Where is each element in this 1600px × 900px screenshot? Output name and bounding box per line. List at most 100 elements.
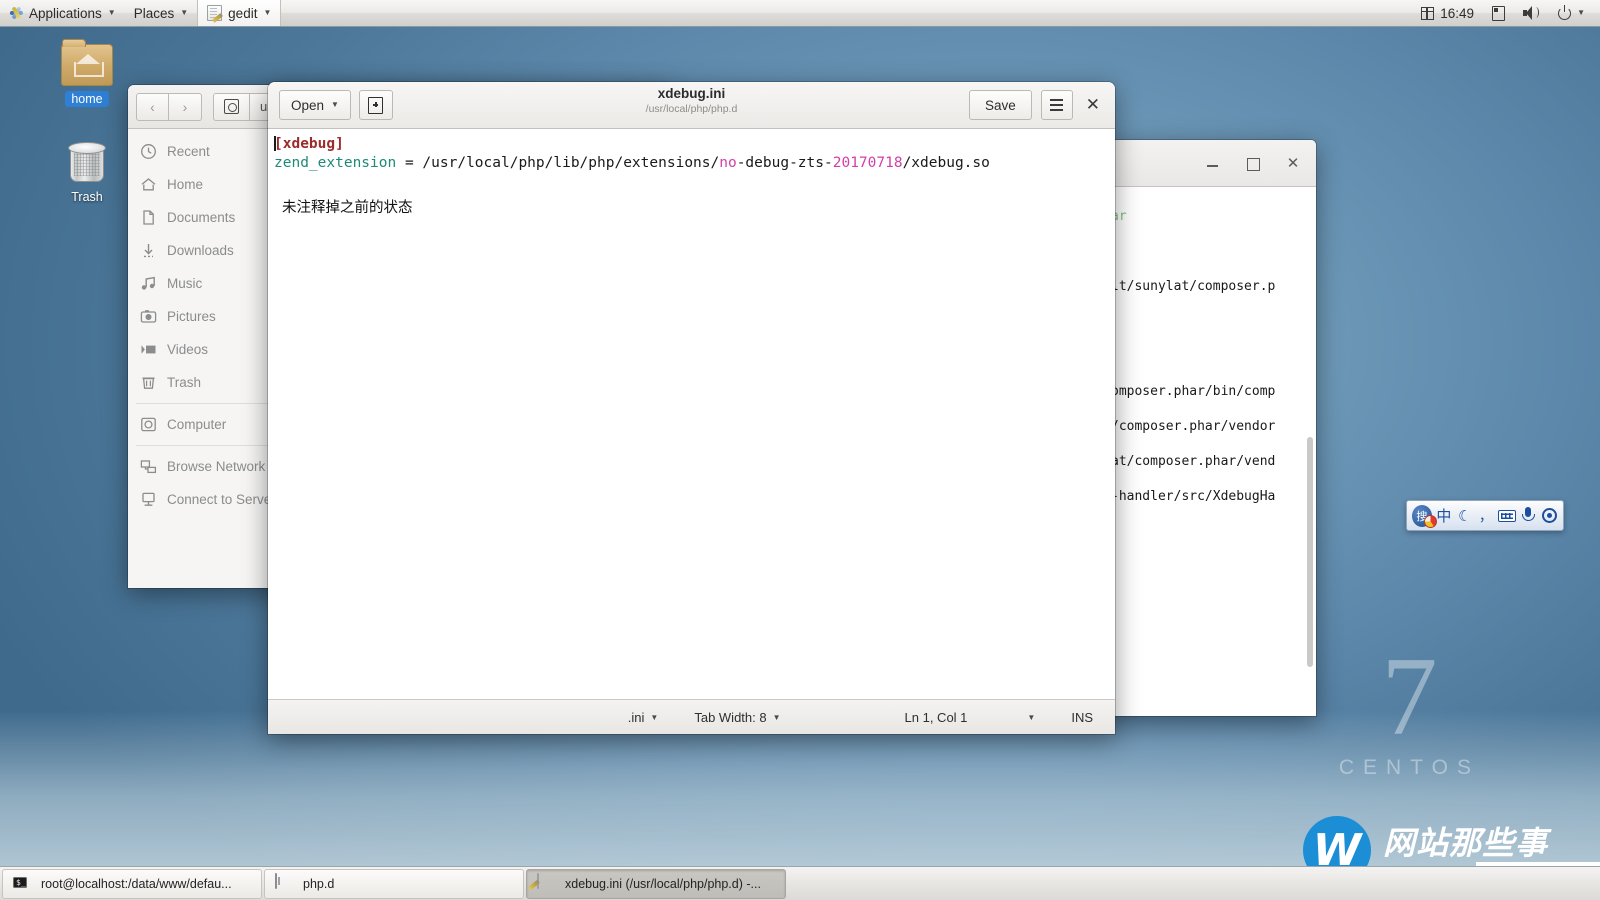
tab-width-selector[interactable]: Tab Width: 8 ▼ [694, 710, 780, 725]
chevron-down-icon: ▼ [1577, 9, 1585, 17]
sidebar-divider [136, 403, 269, 404]
sidebar-item-computer[interactable]: Computer [128, 408, 277, 441]
sidebar-item-label: Music [167, 276, 202, 291]
system-menu-button[interactable]: ▼ [1550, 0, 1593, 26]
back-button[interactable]: ‹ [136, 93, 169, 121]
sidebar-item-browse-network[interactable]: Browse Network [128, 450, 277, 483]
server-icon [140, 491, 157, 508]
menu-button[interactable] [1041, 90, 1073, 120]
centos-wordmark: CENTOS [1339, 756, 1480, 780]
language-label: .ini [628, 710, 645, 725]
open-button[interactable]: Open ▼ [279, 90, 351, 120]
sidebar-item-documents[interactable]: Documents [128, 201, 277, 234]
ime-keyboard-button[interactable] [1498, 505, 1516, 527]
home-folder-icon [61, 44, 113, 86]
taskbar-item-gedit[interactable]: xdebug.ini (/usr/local/php/php.d) -... [526, 869, 786, 899]
volume-button[interactable] [1515, 0, 1548, 26]
file-manager-icon [275, 874, 294, 893]
language-selector[interactable]: .ini ▼ [628, 710, 659, 725]
sidebar-item-trash[interactable]: Trash [128, 366, 277, 399]
statusbar-dropdown[interactable]: ▼ [1027, 713, 1035, 722]
sidebar-item-label: Documents [167, 210, 235, 225]
applications-menu[interactable]: Applications ▼ [0, 0, 125, 26]
applications-menu-label: Applications [29, 6, 102, 21]
ime-mode-button[interactable]: 中 [1435, 505, 1453, 527]
gedit-header-actions: Save ✕ [969, 90, 1104, 120]
calendar-icon [1421, 7, 1434, 20]
sidebar-item-recent[interactable]: Recent [128, 135, 277, 168]
places-menu-label: Places [134, 6, 175, 21]
sidebar-item-label: Browse Network [167, 459, 265, 474]
bg-line [1104, 234, 1316, 269]
file-manager-sidebar: Recent Home Documents Downloads Music [128, 129, 278, 588]
forward-button[interactable]: › [169, 93, 202, 121]
music-icon [140, 275, 157, 292]
sidebar-divider [136, 445, 269, 446]
ime-settings-button[interactable] [1540, 505, 1558, 527]
display-button[interactable] [1484, 0, 1513, 26]
background-window[interactable]: ✕ ar lt/sunylat/composer.p omposer.phar/… [1104, 140, 1316, 716]
applications-star-icon [9, 6, 23, 20]
ime-punctuation-button[interactable]: ， [1477, 505, 1495, 527]
places-menu[interactable]: Places ▼ [125, 0, 197, 26]
desktop-icon-trash[interactable]: Trash [46, 140, 128, 205]
vertical-scrollbar[interactable] [1307, 437, 1313, 667]
power-icon [1558, 7, 1571, 20]
gedit-icon [207, 5, 222, 21]
gedit-text-area[interactable]: [xdebug] zend_extension = /usr/local/php… [268, 129, 1115, 699]
background-window-content: ar lt/sunylat/composer.p omposer.phar/bi… [1104, 187, 1316, 716]
sidebar-item-home[interactable]: Home [128, 168, 277, 201]
microphone-icon [1521, 507, 1534, 524]
close-button[interactable]: ✕ [1284, 154, 1302, 172]
chevron-down-icon: ▼ [331, 101, 339, 109]
sidebar-item-downloads[interactable]: Downloads [128, 234, 277, 267]
desktop-icon-home[interactable]: home [46, 44, 128, 107]
gedit-statusbar: .ini ▼ Tab Width: 8 ▼ Ln 1, Col 1 ▼ INS [268, 699, 1115, 734]
keyboard-icon [1498, 510, 1516, 522]
ime-voice-button[interactable] [1519, 505, 1537, 527]
close-icon[interactable]: ✕ [1082, 95, 1104, 115]
minimize-button[interactable] [1204, 154, 1222, 172]
home-icon [140, 176, 157, 193]
sidebar-item-label: Computer [167, 417, 226, 432]
bg-line [1104, 304, 1316, 339]
code-line-4 [272, 191, 1115, 199]
navigation-buttons: ‹ › [136, 93, 202, 121]
gedit-window[interactable]: Open ▼ xdebug.ini /usr/local/php/php.d S… [268, 82, 1115, 734]
breadcrumb-computer[interactable] [213, 93, 250, 121]
desktop-icon-label: Trash [65, 189, 109, 205]
sidebar-item-connect-to-server[interactable]: Connect to Server [128, 483, 277, 516]
download-icon [140, 242, 157, 259]
insert-mode-indicator[interactable]: INS [1071, 710, 1093, 725]
watermark-cn-text: 网站那些事 [1383, 818, 1548, 864]
input-method-toolbar[interactable]: 搜 中 ☾ ， [1406, 500, 1564, 531]
video-icon [140, 341, 157, 358]
taskbar-item-terminal[interactable]: $_ root@localhost:/data/www/defau... [2, 869, 262, 899]
volume-icon [1523, 6, 1540, 20]
save-button[interactable]: Save [969, 90, 1032, 120]
maximize-button[interactable] [1244, 154, 1262, 172]
chevron-down-icon: ▼ [650, 713, 658, 722]
gedit-headerbar: Open ▼ xdebug.ini /usr/local/php/php.d S… [268, 82, 1115, 129]
gear-icon [1542, 508, 1557, 523]
annotation-text: 未注释掉之前的状态 [274, 200, 413, 216]
open-button-label: Open [291, 98, 324, 113]
sidebar-item-pictures[interactable]: Pictures [128, 300, 277, 333]
sogou-ime-logo-icon[interactable]: 搜 [1412, 505, 1432, 527]
sidebar-item-music[interactable]: Music [128, 267, 277, 300]
computer-icon [140, 416, 157, 433]
chevron-down-icon: ▼ [773, 713, 781, 722]
save-button-label: Save [985, 98, 1016, 113]
sidebar-item-label: Recent [167, 144, 210, 159]
hamburger-menu-icon [1050, 99, 1063, 110]
wallpaper-centos-mark: 7 CENTOS [1339, 647, 1480, 780]
bg-line: at/composer.phar/vend [1104, 444, 1316, 479]
sidebar-item-label: Home [167, 177, 203, 192]
clock-area[interactable]: 16:49 [1413, 0, 1482, 26]
sidebar-item-label: Videos [167, 342, 208, 357]
new-document-button[interactable] [359, 90, 393, 120]
taskbar-item-file-manager[interactable]: php.d [264, 869, 524, 899]
active-app-menu[interactable]: gedit ▼ [197, 0, 281, 26]
sidebar-item-videos[interactable]: Videos [128, 333, 277, 366]
ime-moon-button[interactable]: ☾ [1456, 505, 1474, 527]
